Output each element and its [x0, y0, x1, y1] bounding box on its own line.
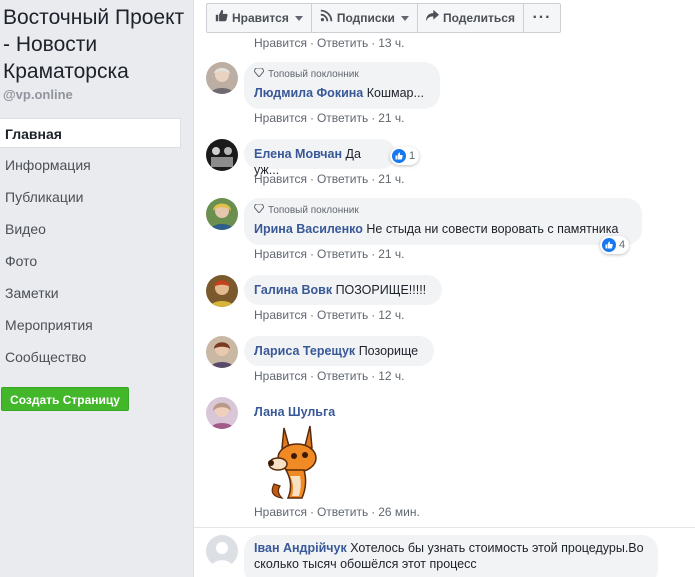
thumbs-up-icon: [215, 4, 228, 32]
fox-sticker[interactable]: [264, 424, 326, 504]
avatar[interactable]: [206, 198, 238, 230]
comment-time: 12 ч.: [378, 369, 405, 383]
nav-item-home[interactable]: Главная: [0, 118, 181, 148]
comment-text: Не стыда ни совести воровать с памятника: [366, 222, 619, 236]
comment-actions: Нравится · Ответить · 21 ч.: [254, 111, 405, 125]
top-fan-label: Топовый поклонник: [268, 205, 359, 216]
comment-author[interactable]: Лариса Терещук: [254, 344, 355, 358]
comment-reply-link[interactable]: Ответить: [317, 172, 368, 186]
like-page-label: Нравится: [232, 11, 289, 25]
nav-item-videos[interactable]: Видео: [0, 214, 181, 244]
avatar[interactable]: [206, 535, 238, 567]
avatar[interactable]: [206, 275, 238, 307]
nav-item-community[interactable]: Сообщество: [0, 342, 181, 372]
follow-button[interactable]: Подписки: [312, 4, 418, 32]
comment-bubble: Іван Андрійчук Хотелось бы узнать стоимо…: [244, 535, 658, 577]
comment-like-link[interactable]: Нравится: [254, 308, 307, 322]
divider: [194, 527, 695, 528]
comment-reply-link[interactable]: Ответить: [317, 369, 368, 383]
avatar[interactable]: [206, 397, 238, 429]
top-fan-badge: Топовый поклонник: [253, 67, 430, 83]
avatar[interactable]: [206, 62, 238, 94]
comment-actions: Нравится · Ответить · 12 ч.: [254, 369, 405, 383]
comment-time: 12 ч.: [378, 308, 405, 322]
share-arrow-icon: [425, 4, 439, 32]
like-page-button[interactable]: Нравится: [207, 4, 312, 32]
comment-reply-link[interactable]: Ответить: [317, 247, 368, 261]
comment-text: Позорище: [358, 344, 419, 358]
avatar[interactable]: [206, 139, 238, 171]
more-options-button[interactable]: ···: [524, 4, 560, 32]
like-reaction-icon: [602, 238, 616, 252]
nav-item-events[interactable]: Мероприятия: [0, 310, 181, 340]
share-label: Поделиться: [442, 11, 515, 25]
comment-like-link[interactable]: Нравится: [254, 111, 307, 125]
comment-author[interactable]: Елена Мовчан: [254, 147, 342, 161]
share-button[interactable]: Поделиться: [418, 4, 524, 32]
comment-bubble: Лариса Терещук Позорище: [244, 336, 434, 366]
nav-item-notes[interactable]: Заметки: [0, 278, 181, 308]
diamond-icon: [253, 203, 265, 219]
comment-author[interactable]: Галина Вовк: [254, 283, 332, 297]
top-fan-badge: Топовый поклонник: [253, 203, 632, 219]
comment-time: 21 ч.: [378, 172, 405, 186]
chevron-down-icon: [400, 15, 409, 21]
page-title[interactable]: Восточный Проект - Новости Краматорска: [3, 4, 188, 85]
comment-reply-link[interactable]: Ответить: [317, 505, 368, 519]
like-reaction-icon: [392, 149, 406, 163]
chevron-down-icon: [294, 15, 303, 21]
comment-reply-link[interactable]: Ответить: [317, 308, 368, 322]
page-sidebar: Восточный Проект - Новости Краматорска @…: [0, 0, 190, 577]
comment-author[interactable]: Людмила Фокина: [254, 86, 363, 100]
reaction-count[interactable]: 4: [600, 236, 630, 254]
comment-author[interactable]: Ирина Василенко: [254, 222, 363, 236]
diamond-icon: [253, 67, 265, 83]
comment-actions: Нравится · Ответить · 26 мин.: [254, 505, 420, 519]
comment-reply-link[interactable]: Ответить: [317, 36, 368, 50]
comment-actions: Нравится · Ответить · 21 ч.: [254, 247, 405, 261]
reaction-number: 1: [409, 150, 416, 162]
comment-actions-partial: Нравится · Ответить · 13 ч.: [254, 36, 405, 50]
comment-actions: Нравится · Ответить · 12 ч.: [254, 308, 405, 322]
comment-bubble: Топовый поклонник Ирина Василенко Не сты…: [244, 198, 642, 245]
comments-panel: Нравится Подписки Поделиться ··· Нравитс…: [193, 0, 695, 577]
rss-icon: [320, 4, 333, 32]
nav-item-info[interactable]: Информация: [0, 150, 181, 180]
page-handle[interactable]: @vp.online: [3, 87, 73, 102]
reaction-count[interactable]: 1: [390, 147, 420, 165]
comment-author[interactable]: Лана Шульга: [254, 405, 335, 419]
comment-bubble: Елена Мовчан Да уж...: [244, 139, 396, 177]
top-fan-label: Топовый поклонник: [268, 69, 359, 80]
follow-label: Подписки: [336, 11, 395, 25]
comment-like-link[interactable]: Нравится: [254, 172, 307, 186]
comment-author[interactable]: Іван Андрійчук: [254, 541, 347, 555]
comment-text: ПОЗОРИЩЕ!!!!!: [335, 283, 427, 297]
reaction-number: 4: [619, 239, 626, 251]
create-page-button[interactable]: Создать Страницу: [1, 387, 129, 411]
nav-item-photos[interactable]: Фото: [0, 246, 181, 276]
comment-like-link[interactable]: Нравится: [254, 505, 307, 519]
comment-bubble: Галина Вовк ПОЗОРИЩЕ!!!!!: [244, 275, 442, 305]
comment-bubble: Топовый поклонник Людмила Фокина Кошмар.…: [244, 62, 440, 109]
comment-time: 21 ч.: [378, 111, 405, 125]
comment-like-link[interactable]: Нравится: [254, 247, 307, 261]
avatar[interactable]: [206, 336, 238, 368]
comment-reply-link[interactable]: Ответить: [317, 111, 368, 125]
comment-time: 21 ч.: [378, 247, 405, 261]
comment-like-link[interactable]: Нравится: [254, 369, 307, 383]
comment-text: Кошмар...: [366, 86, 424, 100]
comment-time: 26 мин.: [378, 505, 420, 519]
nav-item-posts[interactable]: Публикации: [0, 182, 181, 212]
comment-actions: Нравится · Ответить · 21 ч.: [254, 172, 405, 186]
comment-time: 13 ч.: [378, 36, 405, 50]
comment-like-link[interactable]: Нравится: [254, 36, 307, 50]
page-action-bar: Нравится Подписки Поделиться ···: [206, 3, 561, 33]
